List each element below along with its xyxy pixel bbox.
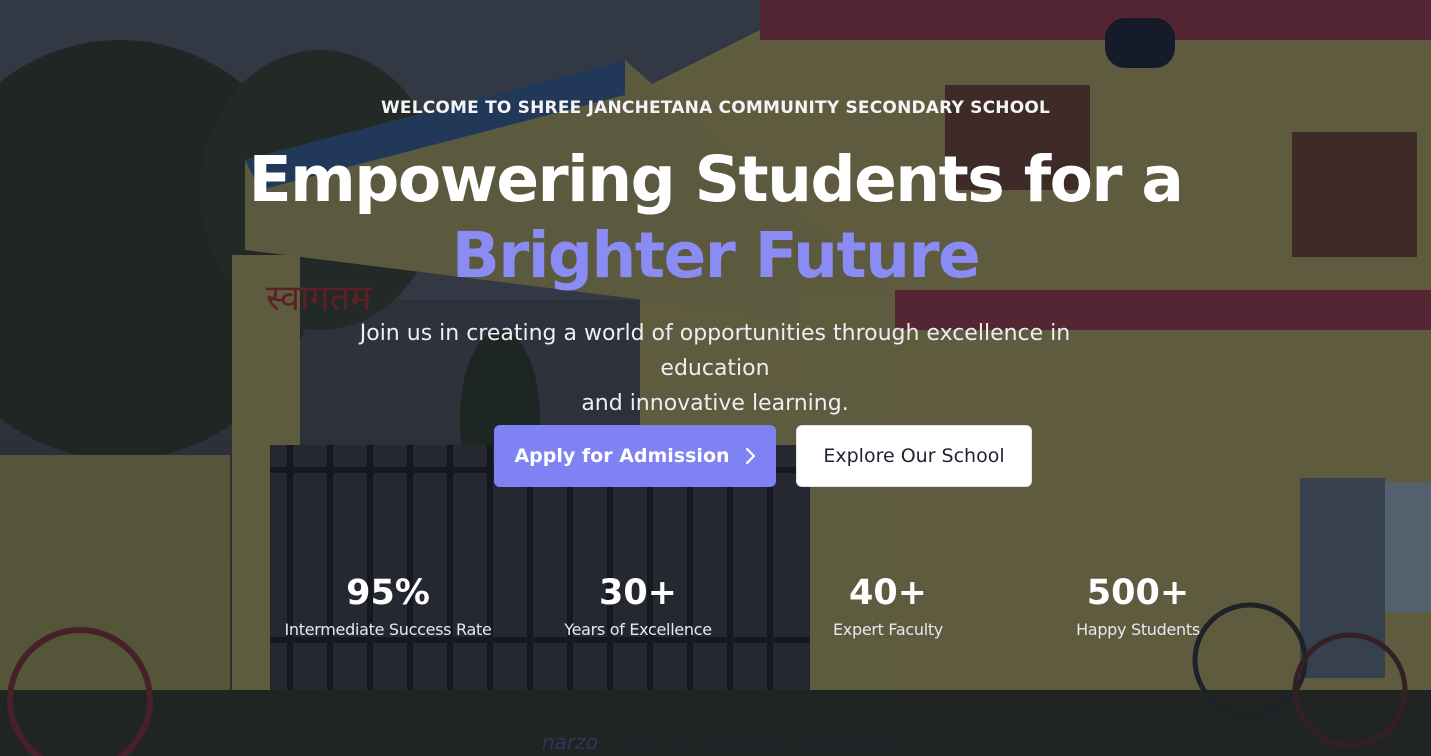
stat-students: 500+ Happy Students: [1008, 572, 1268, 639]
stat-value: 500+: [1086, 573, 1190, 613]
subtitle-line-2: and innovative learning.: [581, 391, 849, 416]
apply-admission-label: Apply for Admission: [514, 445, 730, 467]
stat-label: Expert Faculty: [833, 620, 943, 639]
stat-success-rate: 95% Intermediate Success Rate: [258, 572, 518, 639]
stat-label: Happy Students: [1076, 620, 1200, 639]
explore-school-button[interactable]: Explore Our School: [796, 425, 1032, 487]
hero-content: WELCOME TO SHREE JANCHETANA COMMUNITY SE…: [0, 0, 1431, 756]
subtitle-line-1: Join us in creating a world of opportuni…: [359, 321, 1071, 381]
stat-label: Intermediate Success Rate: [284, 620, 492, 639]
watermark-brand: narzo: [542, 730, 598, 754]
hero-subtitle: Join us in creating a world of opportuni…: [315, 316, 1115, 421]
stat-label: Years of Excellence: [564, 620, 712, 639]
apply-admission-button[interactable]: Apply for Admission: [494, 425, 776, 487]
stat-years: 30+ Years of Excellence: [508, 572, 768, 639]
headline-line-1: Empowering Students for a: [248, 143, 1184, 216]
welcome-eyebrow: WELCOME TO SHREE JANCHETANA COMMUNITY SE…: [380, 98, 1051, 118]
explore-school-label: Explore Our School: [823, 445, 1005, 467]
photo-watermark: narzo Shot by Dharmpal chaudhary: [542, 730, 907, 754]
chevron-right-icon: [744, 447, 756, 465]
stat-value: 40+: [848, 573, 928, 613]
stat-faculty: 40+ Expert Faculty: [758, 572, 1018, 639]
stat-value: 95%: [346, 573, 430, 613]
hero-headline: Empowering Students for a Brighter Futur…: [0, 142, 1431, 294]
hero-section: स्वागतम WELCOME TO SHREE JANCHETANA COMM…: [0, 0, 1431, 756]
headline-accent: Brighter Future: [451, 219, 981, 292]
watermark-text: Shot by Dharmpal chaudhary: [613, 730, 908, 754]
stat-value: 30+: [598, 573, 678, 613]
